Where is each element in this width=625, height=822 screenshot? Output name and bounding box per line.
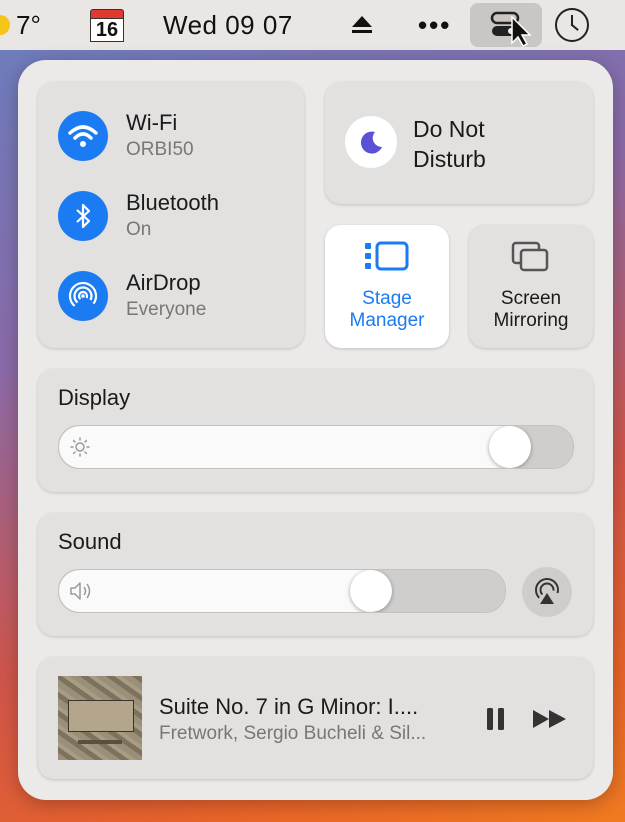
track-artist: Fretwork, Sergio Bucheli & Sil... bbox=[159, 723, 427, 744]
wifi-title: Wi-Fi bbox=[126, 110, 178, 135]
calendar-day: 16 bbox=[90, 18, 124, 42]
menubar-datetime[interactable]: Wed 09 07 bbox=[163, 0, 293, 50]
airplay-audio-icon bbox=[535, 578, 559, 604]
sound-section: Sound bbox=[38, 513, 593, 636]
wifi-icon[interactable] bbox=[58, 111, 108, 161]
airdrop-status: Everyone bbox=[126, 299, 207, 320]
display-section: Display bbox=[38, 369, 593, 492]
connectivity-card: Wi-Fi ORBI50 Bluetooth On AirDrop Everyo… bbox=[38, 82, 304, 348]
screen-mirroring-label: Screen Mirroring bbox=[493, 288, 569, 331]
bluetooth-status: On bbox=[126, 219, 152, 240]
control-center-panel: Wi-Fi ORBI50 Bluetooth On AirDrop Everyo… bbox=[18, 60, 613, 800]
sound-title: Sound bbox=[58, 529, 122, 554]
stage-manager-icon bbox=[325, 239, 449, 275]
brightness-sun-icon bbox=[69, 436, 91, 463]
pause-icon[interactable] bbox=[486, 707, 506, 736]
brightness-slider[interactable] bbox=[58, 425, 574, 469]
track-title: Suite No. 7 in G Minor: I.... bbox=[159, 694, 419, 719]
screen-mirroring-icon bbox=[469, 239, 593, 275]
bluetooth-toggle[interactable]: Bluetooth On bbox=[58, 190, 219, 242]
clock-icon[interactable] bbox=[555, 8, 589, 42]
moon-icon bbox=[345, 116, 397, 168]
airdrop-toggle[interactable]: AirDrop Everyone bbox=[58, 270, 206, 322]
display-title: Display bbox=[58, 385, 131, 410]
now-playing-section: Suite No. 7 in G Minor: I.... Fretwork, … bbox=[38, 657, 593, 779]
calendar-icon[interactable]: 16 bbox=[90, 9, 124, 42]
screen-mirroring-button[interactable]: Screen Mirroring bbox=[469, 225, 593, 348]
stage-manager-button[interactable]: Stage Manager bbox=[325, 225, 449, 348]
bluetooth-title: Bluetooth bbox=[126, 190, 219, 215]
temperature-label[interactable]: 7° bbox=[16, 0, 41, 50]
brightness-knob[interactable] bbox=[489, 426, 531, 468]
volume-slider[interactable] bbox=[58, 569, 506, 613]
album-artwork[interactable] bbox=[58, 676, 142, 760]
menu-bar: 7° 16 Wed 09 07 ••• bbox=[0, 0, 625, 50]
volume-knob[interactable] bbox=[350, 570, 392, 612]
brightness-fill bbox=[59, 426, 510, 468]
weather-sun-icon[interactable] bbox=[0, 15, 10, 35]
eject-icon[interactable] bbox=[350, 0, 374, 50]
airplay-audio-button[interactable] bbox=[522, 567, 572, 617]
stage-manager-label: Stage Manager bbox=[349, 288, 425, 331]
do-not-disturb-label: Do Not Disturb bbox=[413, 116, 486, 172]
airdrop-title: AirDrop bbox=[126, 270, 201, 295]
bluetooth-icon[interactable] bbox=[58, 191, 108, 241]
volume-fill bbox=[59, 570, 371, 612]
wifi-network: ORBI50 bbox=[126, 139, 194, 160]
more-dots-icon[interactable]: ••• bbox=[418, 0, 451, 50]
do-not-disturb-button[interactable]: Do Not Disturb bbox=[325, 82, 593, 204]
control-center-icon[interactable] bbox=[470, 3, 542, 47]
next-track-icon[interactable] bbox=[532, 709, 568, 734]
airdrop-icon[interactable] bbox=[58, 271, 108, 321]
speaker-icon bbox=[69, 580, 95, 607]
wifi-toggle[interactable]: Wi-Fi ORBI50 bbox=[58, 110, 194, 162]
